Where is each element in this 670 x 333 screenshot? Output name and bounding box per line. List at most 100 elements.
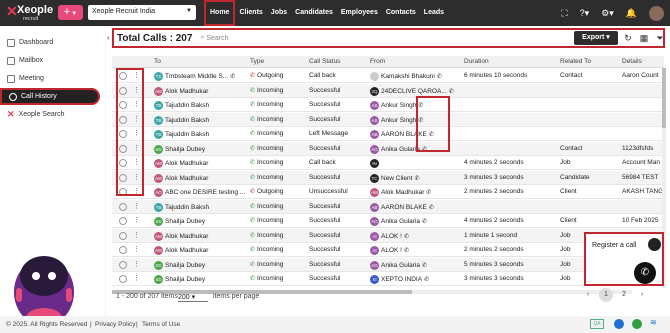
sidebar-item-xeople-search[interactable]: ✕ Xeople Search bbox=[0, 106, 100, 123]
cell-from[interactable]: AG Anika Gularia ✆ bbox=[370, 217, 462, 226]
sidebar-item-meeting[interactable]: Meeting bbox=[0, 70, 100, 87]
search-input[interactable]: Search bbox=[206, 35, 228, 42]
phone-icon[interactable]: ✆ bbox=[449, 89, 454, 95]
phone-icon[interactable]: ✆ bbox=[414, 176, 419, 182]
logo[interactable]: ✕ Xeople recruit bbox=[6, 3, 54, 24]
quick-add-button[interactable]: +▼ bbox=[58, 5, 83, 20]
table-row[interactable]: ⋮ AM Alok Madhukar ✆ Incoming Successful AI ALO… bbox=[112, 243, 664, 257]
terms-link[interactable]: Terms of Use bbox=[142, 321, 180, 328]
phone-icon[interactable]: ✆ bbox=[404, 248, 409, 254]
cell-to[interactable]: AM Alok Madhukar bbox=[154, 231, 246, 241]
cell-from[interactable]: AG Anika Gularia ✆ bbox=[370, 260, 462, 270]
cell-to[interactable]: TB Tajuddin Baksh bbox=[154, 130, 246, 139]
row-menu-icon[interactable]: ⋮ bbox=[133, 260, 140, 268]
cell-to[interactable]: AM Alok Madhukar bbox=[154, 159, 246, 168]
cell-details[interactable]: Account Man bbox=[622, 159, 664, 166]
call-fab-button[interactable]: ✆ bbox=[634, 262, 656, 284]
table-row[interactable]: ⋮ TB Tajuddin Baksh ✆ Incoming Successful AB AA… bbox=[112, 199, 664, 214]
table-row[interactable]: ⋮ SD Shailja Dubey ✆ Incoming Successful AG Ani… bbox=[112, 141, 664, 156]
row-select-checkbox[interactable] bbox=[119, 275, 127, 283]
collapse-sidebar-icon[interactable]: ‹ bbox=[107, 33, 110, 42]
cell-to[interactable]: SD Shailja Dubey bbox=[154, 144, 246, 154]
nav-clients[interactable]: Clients bbox=[235, 0, 266, 26]
cell-from[interactable]: XI XEPTO INDIA ✆ bbox=[370, 275, 462, 284]
gear-icon[interactable]: ⚙▾ bbox=[601, 8, 614, 19]
table-row[interactable]: ⋮ AM Alok Madhukar ✆ Incoming Call back IN 4 mi… bbox=[112, 156, 664, 170]
row-menu-icon[interactable]: ⋮ bbox=[133, 231, 140, 239]
cell-to[interactable]: SD Shailja Dubey bbox=[154, 217, 246, 226]
page-2-button[interactable]: 2 bbox=[617, 288, 631, 302]
row-select-checkbox[interactable] bbox=[119, 217, 127, 225]
row-select-checkbox[interactable] bbox=[119, 260, 127, 269]
col-duration[interactable]: Duration bbox=[464, 58, 489, 65]
nav-home[interactable]: Home bbox=[204, 0, 236, 26]
sidebar-item-call-history[interactable]: Call History bbox=[0, 88, 100, 105]
cell-from[interactable]: AI ALOK ! ✆ bbox=[370, 231, 462, 241]
filter-icon[interactable]: ⏷ bbox=[654, 32, 666, 44]
sidebar-item-dashboard[interactable]: Dashboard bbox=[0, 34, 100, 51]
table-row[interactable]: ⋮ AO ABC one DESIRE testing ... ✆ Outgoing Un… bbox=[112, 185, 664, 199]
row-menu-icon[interactable]: ⋮ bbox=[133, 274, 140, 282]
table-row[interactable]: ⋮ SD Shailja Dubey ✆ Incoming Successful AG Ani… bbox=[112, 214, 664, 228]
table-row[interactable]: ⋮ TB Tajuddin Baksh ✆ Incoming Left Message AB… bbox=[112, 127, 664, 141]
nav-employees[interactable]: Employees bbox=[337, 0, 382, 26]
table-row[interactable]: ⋮ AM Alok Madhukar ✆ Incoming Successful AI ALO… bbox=[112, 228, 664, 243]
col-related-to[interactable]: Related To bbox=[560, 58, 591, 65]
export-button[interactable]: Export ▾ bbox=[574, 31, 618, 45]
page-prev-button[interactable]: ‹ bbox=[581, 288, 595, 302]
row-menu-icon[interactable]: ⋮ bbox=[133, 245, 140, 253]
phone-icon[interactable]: ✆ bbox=[429, 205, 434, 211]
cell-from[interactable]: AI ALOK ! ✆ bbox=[370, 246, 462, 255]
col-call-status[interactable]: Call Status bbox=[309, 58, 340, 65]
sidebar-item-mailbox[interactable]: Mailbox bbox=[0, 52, 100, 69]
qa-badge[interactable]: QA bbox=[590, 319, 604, 329]
organization-select[interactable]: Xeople Recruit India ▼ bbox=[88, 5, 196, 20]
cell-from[interactable]: Kamakshi Bhakuni ✆ bbox=[370, 72, 462, 81]
phone-icon[interactable]: ✆ bbox=[437, 74, 442, 80]
phone-icon[interactable]: ✆ bbox=[424, 277, 429, 283]
table-row[interactable]: ⋮ AM Alok Madhukar ✆ Incoming Successful 2Q 24D… bbox=[112, 83, 664, 98]
status-icon[interactable] bbox=[614, 319, 624, 329]
phone-icon[interactable]: ✆ bbox=[422, 263, 427, 269]
check-icon[interactable] bbox=[632, 319, 642, 329]
cell-from[interactable]: AB AARON BLAKE ✆ bbox=[370, 202, 462, 212]
register-call-label[interactable]: Register a call bbox=[592, 242, 636, 249]
page-next-button[interactable]: › bbox=[635, 288, 649, 302]
col-from[interactable]: From bbox=[370, 58, 385, 65]
cell-to[interactable]: TS Tmbsteam Middle S... ✆ bbox=[154, 72, 246, 81]
nav-candidates[interactable]: Candidates bbox=[291, 0, 337, 26]
cell-to[interactable]: AM Alok Madhukar bbox=[154, 246, 246, 255]
nav-leads[interactable]: Leads bbox=[420, 0, 448, 26]
phone-icon[interactable]: ✆ bbox=[230, 74, 235, 80]
col-to[interactable]: To bbox=[154, 58, 161, 65]
row-select-checkbox[interactable] bbox=[119, 202, 127, 211]
avatar[interactable] bbox=[649, 5, 664, 21]
cell-from[interactable]: TC New Client ✆ bbox=[370, 173, 462, 183]
table-row[interactable]: ⋮ TB Tajuddin Baksh ✆ Incoming Successful AS An… bbox=[112, 98, 664, 112]
search-box[interactable]: ⌕ Search bbox=[200, 34, 228, 42]
cell-to[interactable]: SD Shailja Dubey bbox=[154, 275, 246, 284]
phone-icon[interactable]: ✆ bbox=[422, 219, 427, 225]
nav-jobs[interactable]: Jobs bbox=[267, 0, 291, 26]
cell-from[interactable]: 2Q 24DECLIVE QAROA... ✆ bbox=[370, 86, 462, 96]
cell-from[interactable]: AM Alok Madhukar ✆ bbox=[370, 188, 462, 197]
privacy-link[interactable]: Privacy Policy bbox=[95, 321, 135, 328]
cell-to[interactable]: TB Tajuddin Baksh bbox=[154, 101, 246, 110]
table-row[interactable]: ⋮ TS Tmbsteam Middle S... ✆ ✆ Outgoing Call ba… bbox=[112, 69, 664, 83]
fullscreen-icon[interactable]: ⛶ bbox=[561, 8, 567, 19]
cell-to[interactable]: TB Tajuddin Baksh bbox=[154, 202, 246, 212]
bell-icon[interactable]: 🔔 bbox=[626, 8, 637, 19]
cell-to[interactable]: AM Alok Madhukar bbox=[154, 173, 246, 183]
row-select-checkbox[interactable] bbox=[119, 231, 127, 240]
nav-contacts[interactable]: Contacts bbox=[382, 0, 420, 26]
per-page-select[interactable]: 200 ▾ bbox=[178, 293, 208, 302]
cell-details[interactable]: Aaron Count bbox=[622, 72, 664, 79]
phone-icon[interactable]: ✆ bbox=[426, 190, 431, 196]
cell-details[interactable]: 56984 TEST bbox=[622, 174, 664, 181]
table-row[interactable]: ⋮ TB Tajuddin Baksh ✆ Incoming Successful AS An… bbox=[112, 112, 664, 127]
page-1-button[interactable]: 1 bbox=[599, 288, 613, 302]
calendar-icon[interactable]: ▦ bbox=[638, 32, 650, 44]
row-menu-icon[interactable]: ⋮ bbox=[133, 202, 140, 210]
cell-details[interactable]: AKASH TANG bbox=[622, 188, 664, 195]
cell-from[interactable]: IN bbox=[370, 159, 462, 168]
